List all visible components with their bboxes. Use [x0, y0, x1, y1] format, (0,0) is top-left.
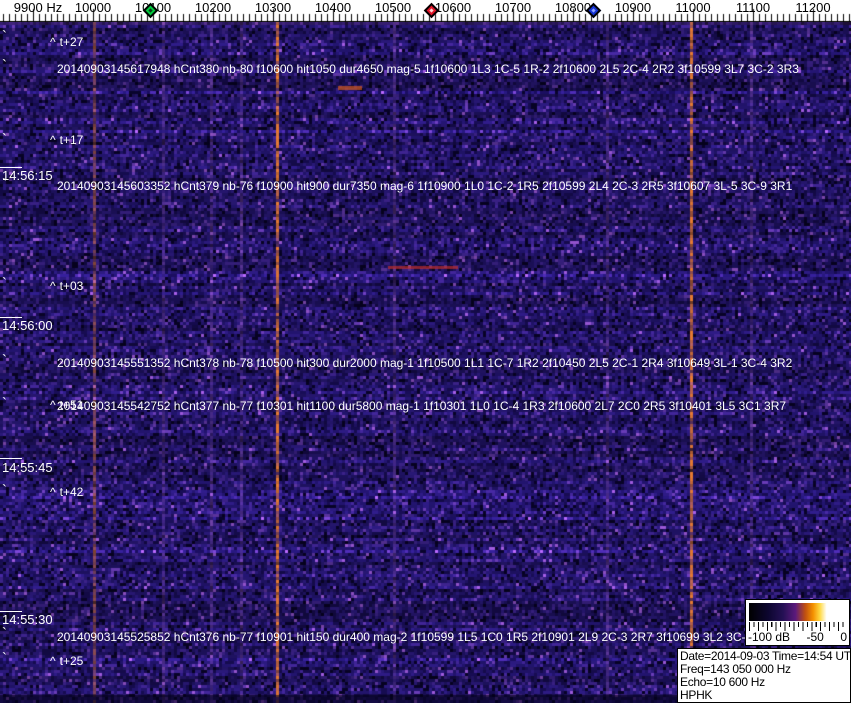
- db-color-gradient: [749, 603, 846, 621]
- time-minor-tick: `: [2, 352, 7, 369]
- db-label-mid: -50: [806, 630, 824, 644]
- echo-time-annotation-label: t+27: [59, 35, 84, 49]
- caret-mark: ^: [50, 35, 56, 49]
- echo-time-annotation: ^ t+17: [50, 134, 83, 146]
- caret-mark: ^: [50, 485, 56, 499]
- echo-time-annotation: ^ t+27: [50, 36, 83, 48]
- echo-time-annotation: ^ t+03: [50, 280, 83, 292]
- db-label-max: 0: [840, 630, 847, 644]
- detection-log-line: 20140903145617948 hCnt380 nb-80 f10600 h…: [57, 62, 799, 76]
- db-scale-labels: -100 dB -50 0: [748, 631, 847, 645]
- time-minor-tick: `: [2, 176, 7, 193]
- time-minor-tick: `: [2, 275, 7, 292]
- time-minor-tick: `: [2, 57, 7, 74]
- time-minor-tick: `: [2, 28, 7, 45]
- detection-log-line: 20140903145525852 hCnt376 nb-77 f10901 h…: [57, 630, 778, 644]
- time-minor-tick: `: [2, 395, 7, 412]
- time-label: 14:56:15: [2, 168, 53, 183]
- caret-mark: ^: [50, 279, 56, 293]
- station-info-box: Date=2014-09-03 Time=14:54 UTC Freq=143 …: [677, 648, 851, 703]
- time-minor-tick: `: [2, 131, 7, 148]
- echo-time-annotation-label: t+25: [59, 654, 84, 668]
- db-label-min: -100 dB: [748, 630, 791, 644]
- time-label: 14:55:45: [2, 460, 53, 475]
- time-minor-tick: `: [2, 650, 7, 667]
- info-station-id: HPHK: [680, 688, 713, 702]
- echo-time-annotation-label: t+42: [59, 485, 84, 499]
- detection-log-line: 20140903145542752 hCnt377 nb-77 f10301 h…: [57, 399, 787, 413]
- time-minor-tick: `: [2, 625, 7, 642]
- spectrogram-app: 9900 Hz100001010010200103001040010500106…: [0, 0, 851, 703]
- echo-time-annotation-label: t+17: [59, 133, 84, 147]
- time-minor-tick: `: [2, 482, 7, 499]
- echo-time-annotation: ^ t+25: [50, 655, 83, 667]
- caret-mark: ^: [50, 398, 56, 412]
- caret-mark: ^: [50, 133, 56, 147]
- time-label: 14:55:30: [2, 612, 53, 627]
- detection-log-line: 20140903145551352 hCnt378 nb-78 f10500 h…: [57, 356, 793, 370]
- caret-mark: ^: [50, 654, 56, 668]
- time-tick-line: [0, 458, 22, 459]
- detection-log-line: 20140903145603352 hCnt379 nb-76 f10900 h…: [57, 179, 793, 193]
- echo-time-annotation-label: t+03: [59, 279, 84, 293]
- echo-time-annotation: ^ t+42: [50, 486, 83, 498]
- time-label: 14:56:00: [2, 318, 53, 333]
- db-scale-legend: -100 dB -50 0: [745, 599, 850, 646]
- spectrogram-overlays: 14:56:15 14:56:00 14:55:45 14:55:30 ` ` ` ` ` ` ` `…: [0, 0, 851, 703]
